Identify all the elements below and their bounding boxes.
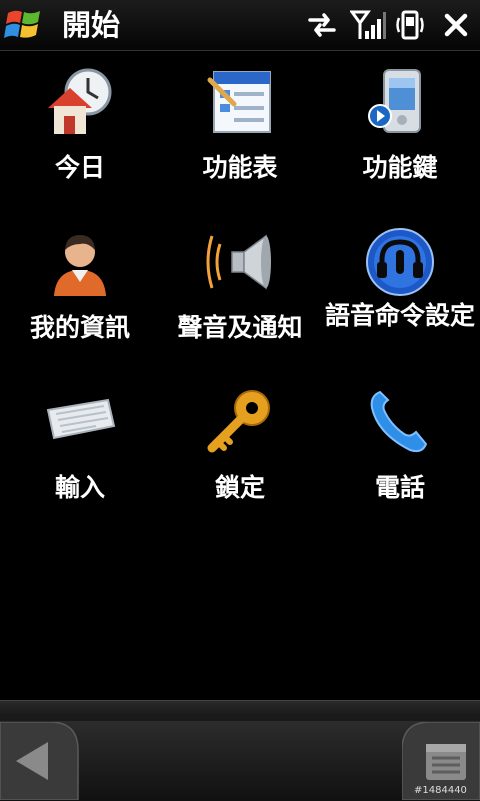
- voice-command-headset-icon: [366, 228, 434, 296]
- person-icon: [54, 235, 106, 296]
- title-bar: 開始: [0, 0, 480, 51]
- tile-input[interactable]: 輸入: [0, 382, 160, 542]
- watermark: #1484440: [414, 785, 467, 796]
- tile-label: 功能鍵: [362, 153, 438, 182]
- tile-buttons[interactable]: 功能鍵: [320, 62, 480, 222]
- tile-label: 語音命令設定: [324, 301, 475, 330]
- tile-lock[interactable]: 鎖定: [160, 382, 320, 542]
- vibrate-icon[interactable]: [394, 9, 426, 41]
- page-title: 開始: [62, 8, 121, 42]
- signal-icon[interactable]: [350, 9, 386, 41]
- tile-label: 我的資訊: [29, 313, 130, 342]
- tile-label: 鎖定: [214, 473, 265, 502]
- keyboard-icon: [46, 398, 116, 440]
- phone-icon: [370, 390, 428, 453]
- tile-phone[interactable]: 電話: [320, 382, 480, 542]
- speaker-icon: [206, 234, 271, 290]
- tile-owner-info[interactable]: 我的資訊: [0, 222, 160, 382]
- device-buttons-icon: [368, 69, 421, 133]
- tile-program-menu[interactable]: 功能表: [160, 62, 320, 222]
- tile-today[interactable]: 今日: [0, 62, 160, 222]
- back-arrow-icon[interactable]: [0, 722, 80, 800]
- tile-voice-command[interactable]: 語音命令設定: [320, 222, 480, 382]
- tile-label: 功能表: [202, 153, 278, 182]
- close-icon[interactable]: [440, 9, 472, 41]
- windows-start-icon[interactable]: [4, 7, 44, 43]
- program-menu-icon: [207, 71, 271, 133]
- tile-sounds-notifications[interactable]: 聲音及通知: [160, 222, 320, 382]
- tile-label: 今日: [54, 153, 105, 182]
- sync-arrows-icon[interactable]: [306, 9, 338, 41]
- tile-label: 聲音及通知: [177, 313, 303, 342]
- tile-label: 電話: [374, 473, 425, 502]
- key-icon: [207, 390, 270, 453]
- today-house-clock-icon: [48, 68, 112, 134]
- tile-label: 輸入: [54, 473, 105, 502]
